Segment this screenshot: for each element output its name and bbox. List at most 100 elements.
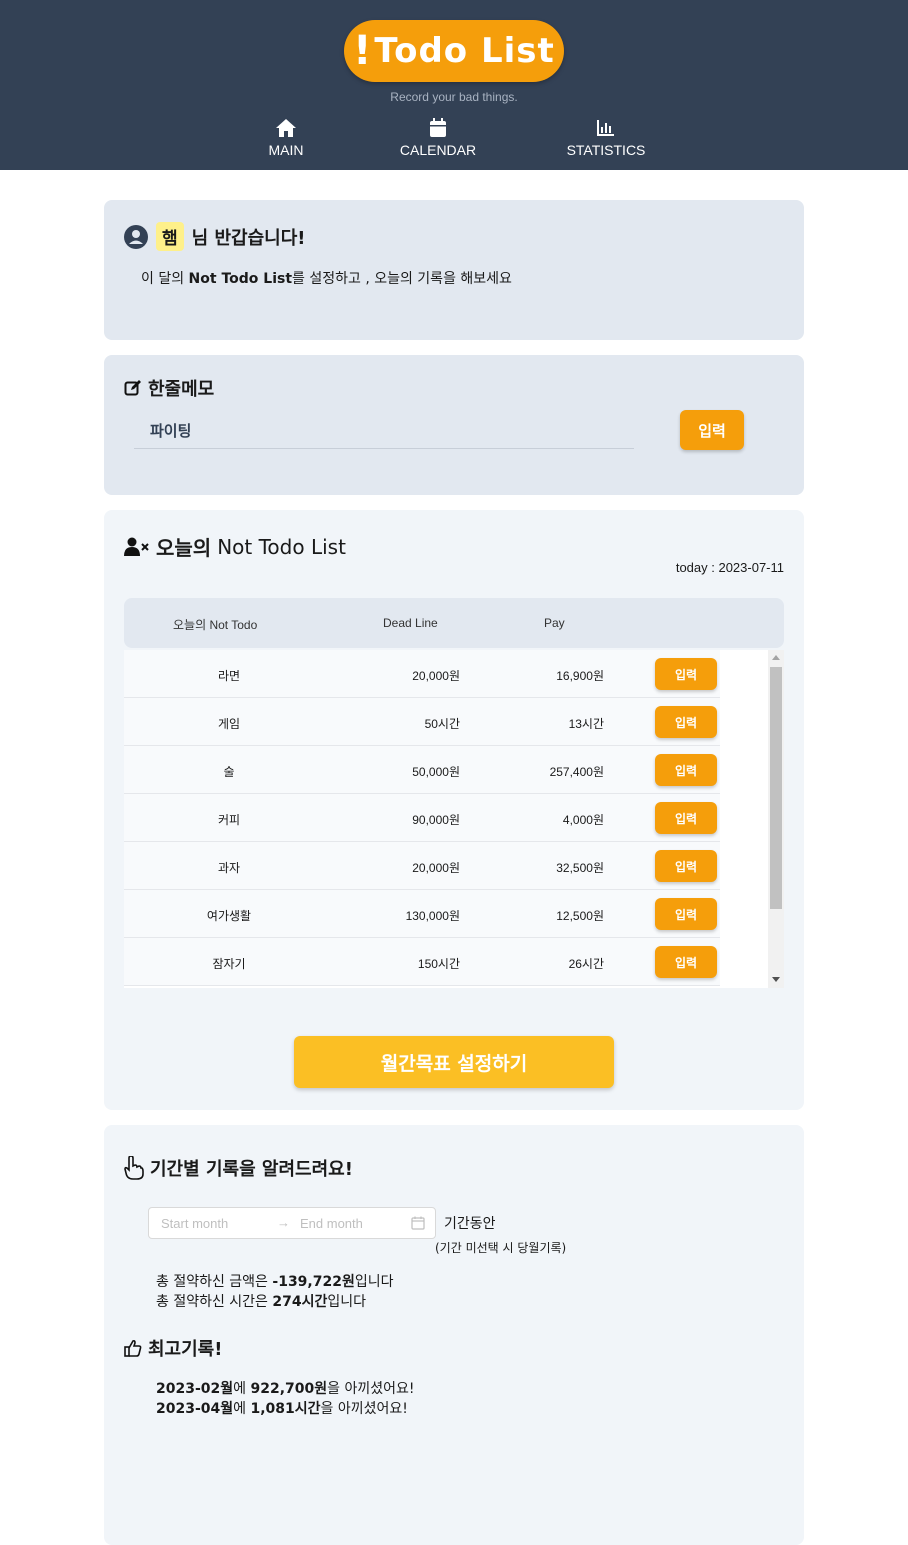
row-pay: 32,500원 [556,861,604,875]
greeting-sub-bold: Not Todo List [188,271,293,287]
not-todo-title-pre: 오늘의 [156,536,212,560]
total-time-saved: 총 절약하신 시간은 274시간입니다 [156,1291,366,1311]
row-name: 여가생활 [206,909,252,923]
best-money-post: 을 아끼셨어요! [327,1381,415,1397]
scrollbar-thumb[interactable] [770,667,782,909]
period-title-text: 기간별 기록을 알려드려요! [150,1159,353,1180]
row-deadline: 20,000원 [412,861,460,875]
memo-card: 한줄메모 입력 [104,355,804,495]
thumbs-up-icon [124,1339,142,1357]
nav-statistics-label: STATISTICS [566,142,646,158]
greeting-sub-post: 를 설정하고 , 오늘의 기록을 해보세요 [292,271,512,287]
memo-submit-button[interactable]: 입력 [680,410,744,450]
user-x-icon [124,537,149,556]
not-todo-title: 오늘의 Not Todo List [124,532,346,561]
column-header-not-todo: 오늘의 Not Todo [173,618,258,632]
logo-text: Todo List [374,31,555,71]
month-range-picker[interactable]: Start month → End month [148,1207,436,1239]
nav-statistics[interactable]: STATISTICS [566,118,646,158]
nav-calendar-label: CALENDAR [399,142,477,158]
row-submit-button[interactable]: 입력 [655,658,717,690]
nav-calendar[interactable]: CALENDAR [396,118,480,158]
monthly-goal-button[interactable]: 월간목표 설정하기 [294,1036,614,1088]
chart-icon [597,120,614,136]
not-todo-title-post: Not Todo List [217,534,346,559]
row-pay: 4,000원 [562,813,604,827]
time-post: 입니다 [327,1294,367,1310]
row-submit-button[interactable]: 입력 [655,754,717,786]
best-time-post: 을 아끼셨어요! [320,1401,408,1417]
row-submit-button[interactable]: 입력 [655,946,717,978]
table-header: 오늘의 Not Todo Dead Line Pay [124,598,784,648]
period-card: 기간별 기록을 알려드려요! Start month → End month 기… [104,1125,804,1545]
range-arrow-icon: → [277,1215,290,1230]
money-pre: 총 절약하신 금액은 [156,1274,273,1290]
row-pay: 12,500원 [556,909,604,923]
tagline: Record your bad things. [390,90,518,104]
table-row: 잠자기 150시간 26시간 입력 [124,938,720,986]
row-deadline: 150시간 [417,957,460,971]
time-pre: 총 절약하신 시간은 [156,1294,273,1310]
money-post: 입니다 [354,1274,394,1290]
greeting-card: 햄 님 반갑습니다! 이 달의 Not Todo List를 설정하고 , 오늘… [104,200,804,340]
row-deadline: 90,000원 [412,813,460,827]
row-pay: 16,900원 [556,669,604,683]
table-body[interactable]: 라면 20,000원 16,900원 입력 게임 50시간 13시간 입력 술 … [124,650,784,988]
greeting-row: 햄 님 반갑습니다! [124,222,305,251]
money-value: -139,722원 [272,1274,355,1290]
calendar-icon[interactable] [411,1216,425,1230]
table-row: 게임 50시간 13시간 입력 [124,698,720,746]
row-submit-button[interactable]: 입력 [655,898,717,930]
app-logo[interactable]: ! Todo List [344,20,564,82]
today-date: today : 2023-07-11 [675,560,784,575]
table-row: 커피 90,000원 4,000원 입력 [124,794,720,842]
best-money-record: 2023-02월에 922,700원을 아끼셨어요! [156,1378,414,1398]
greeting-subtext: 이 달의 Not Todo List를 설정하고 , 오늘의 기록을 해보세요 [141,268,512,288]
memo-input[interactable] [134,413,634,449]
row-submit-button[interactable]: 입력 [655,802,717,834]
row-deadline: 20,000원 [412,669,460,683]
row-name: 라면 [217,669,241,683]
best-money-mid: 에 [233,1381,251,1397]
time-value: 274시간 [272,1294,328,1310]
row-submit-button[interactable]: 입력 [655,850,717,882]
best-record-title-text: 최고기록! [148,1339,223,1360]
period-label: 기간동안 [444,1216,496,1232]
total-money-saved: 총 절약하신 금액은 -139,722원입니다 [156,1271,394,1291]
end-month-input[interactable]: End month [300,1216,363,1231]
row-submit-button[interactable]: 입력 [655,706,717,738]
home-icon [276,119,296,137]
table-row: 술 50,000원 257,400원 입력 [124,746,720,794]
row-pay: 257,400원 [549,765,604,779]
row-name: 술 [223,765,235,779]
row-name: 게임 [217,717,241,731]
scroll-up-arrow-icon[interactable] [772,655,780,660]
user-name-badge: 햄 [156,222,184,251]
best-time-month: 2023-04월 [156,1401,234,1417]
greeting-text: 님 반갑습니다! [191,227,306,249]
greeting-sub-pre: 이 달의 [141,271,189,287]
table-scrollbar[interactable] [768,650,784,988]
start-month-input[interactable]: Start month [161,1216,228,1231]
row-deadline: 50시간 [424,717,460,731]
memo-title: 한줄메모 [124,375,214,401]
row-pay: 13시간 [568,717,604,731]
user-circle-icon [124,224,148,249]
best-money-value: 922,700원 [250,1381,328,1397]
column-header-deadline: Dead Line [383,616,438,630]
table-row: 과자 20,000원 32,500원 입력 [124,842,720,890]
nav-main[interactable]: MAIN [256,118,316,158]
scroll-down-arrow-icon[interactable] [772,977,780,982]
table-row: 라면 20,000원 16,900원 입력 [124,650,720,698]
row-deadline: 50,000원 [412,765,460,779]
period-title: 기간별 기록을 알려드려요! [124,1155,353,1181]
pointing-hand-icon [124,1156,144,1180]
row-pay: 26시간 [568,957,604,971]
not-todo-card: 오늘의 Not Todo List today : 2023-07-11 오늘의… [104,510,804,1110]
best-time-record: 2023-04월에 1,081시간을 아끼셨어요! [156,1398,408,1418]
best-time-value: 1,081시간 [250,1401,321,1417]
nav-main-label: MAIN [268,142,304,158]
column-header-pay: Pay [544,616,565,630]
row-name: 과자 [217,861,241,875]
table-row: 여가생활 130,000원 12,500원 입력 [124,890,720,938]
